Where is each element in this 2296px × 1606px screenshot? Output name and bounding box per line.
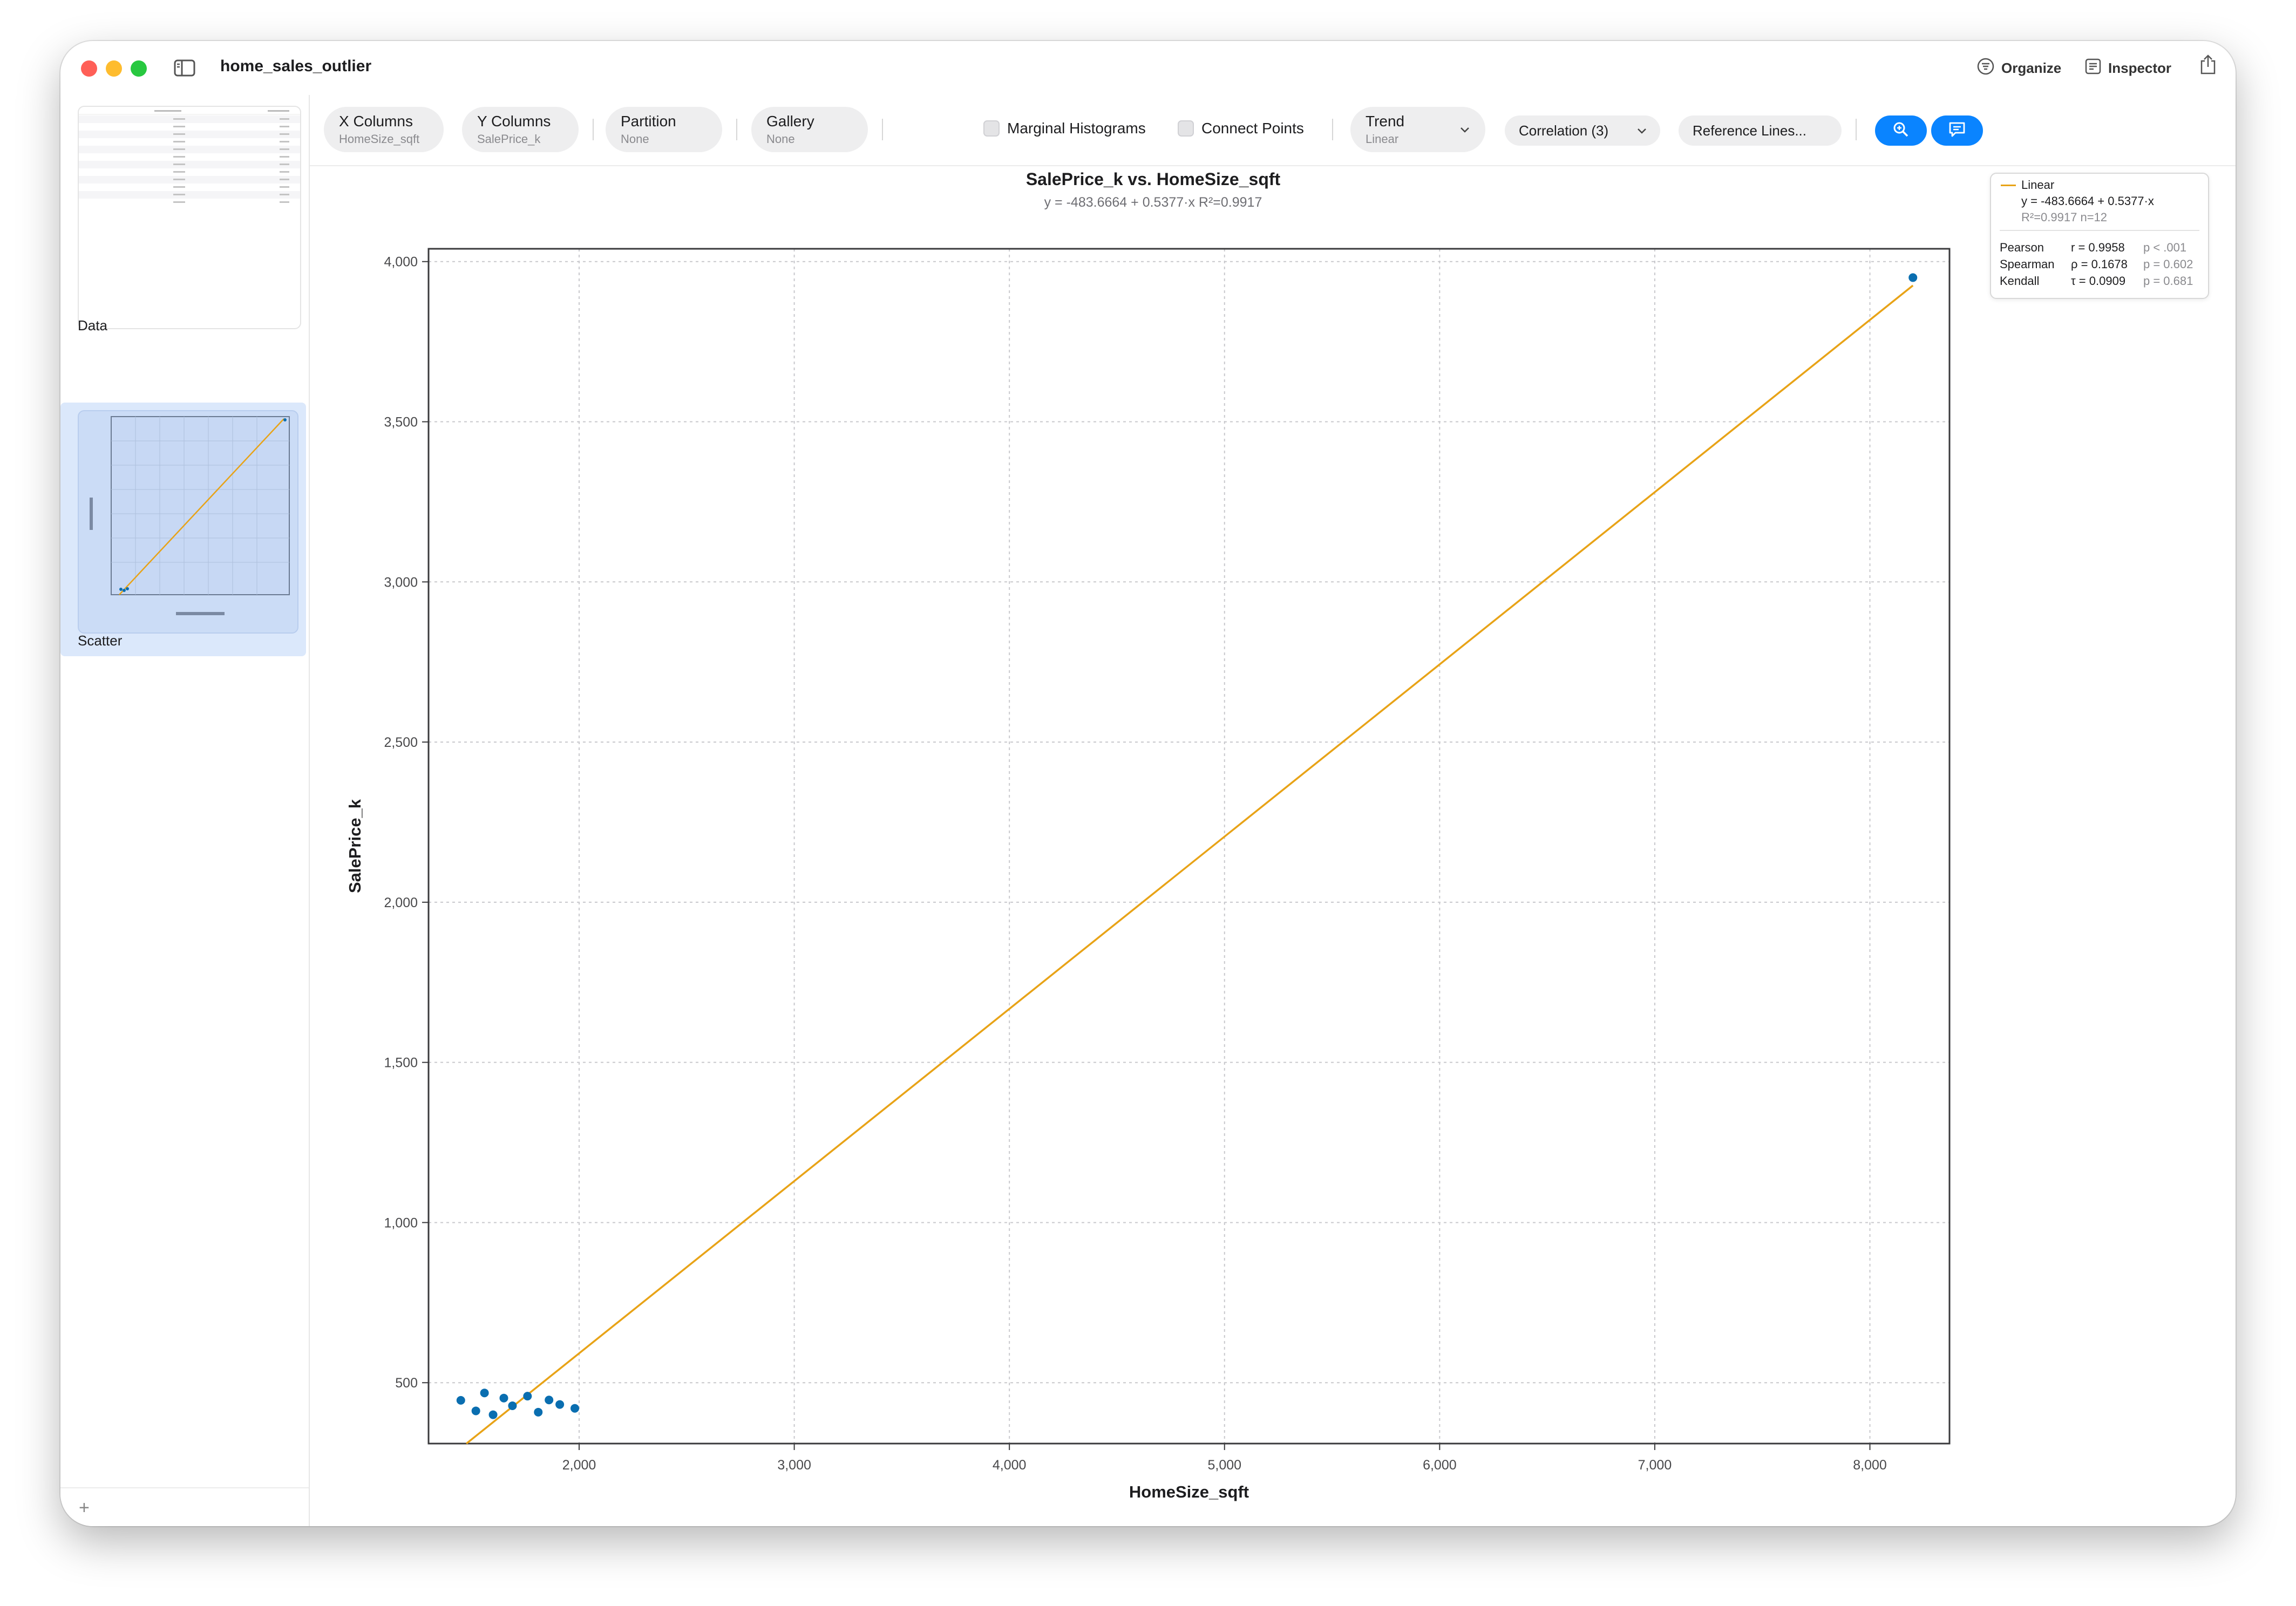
y-tick-label: 2,500: [384, 735, 418, 750]
data-point[interactable]: [545, 1396, 554, 1405]
x-tick-label: 8,000: [1853, 1458, 1887, 1473]
legend-pvalue: p < .001: [2143, 241, 2187, 254]
y-tick-label: 3,500: [384, 415, 418, 430]
legend-fit-stats: R²=0.9917 n=12: [2021, 210, 2108, 224]
y-tick-label: 4,000: [384, 255, 418, 270]
legend-coef: r = 0.9958: [2071, 241, 2125, 254]
y-tick-label: 1,500: [384, 1056, 418, 1071]
plot-frame: [427, 248, 1951, 1445]
legend-method: Kendall: [2000, 274, 2040, 288]
x-tick-label: 2,000: [562, 1458, 596, 1473]
x-tick-label: 4,000: [993, 1458, 1027, 1473]
trend-line: [466, 284, 1914, 1445]
legend-method: Spearman: [2000, 257, 2055, 271]
y-tick-label: 2,000: [384, 895, 418, 910]
legend-coef: ρ = 0.1678: [2071, 257, 2128, 271]
data-point[interactable]: [456, 1396, 465, 1405]
data-point[interactable]: [480, 1389, 489, 1398]
fit-legend[interactable]: Linear y = -483.6664 + 0.5377·x R²=0.991…: [1990, 173, 2209, 299]
data-point[interactable]: [555, 1400, 565, 1409]
data-point[interactable]: [488, 1410, 498, 1419]
data-point[interactable]: [471, 1406, 480, 1416]
legend-method: Pearson: [2000, 241, 2044, 254]
app-window: home_sales_outlier Organize Inspector Da…: [60, 41, 2236, 1526]
legend-equation: y = -483.6664 + 0.5377·x: [2021, 194, 2154, 208]
x-axis-label: HomeSize_sqft: [1129, 1482, 1249, 1501]
data-point[interactable]: [508, 1401, 517, 1410]
x-tick-label: 3,000: [777, 1458, 811, 1473]
data-point[interactable]: [523, 1392, 532, 1401]
y-tick-label: 500: [395, 1376, 418, 1391]
data-point[interactable]: [570, 1404, 580, 1413]
data-point[interactable]: [499, 1393, 508, 1403]
data-point[interactable]: [1908, 273, 1918, 282]
legend-coef: τ = 0.0909: [2071, 274, 2126, 288]
data-point[interactable]: [534, 1407, 543, 1417]
legend-pvalue: p = 0.681: [2143, 274, 2193, 288]
trend-swatch: [2001, 185, 2016, 186]
y-tick-label: 1,000: [384, 1215, 418, 1230]
legend-fit-name: Linear: [2021, 178, 2055, 192]
legend-pvalue: p = 0.602: [2143, 257, 2193, 271]
x-tick-label: 7,000: [1638, 1458, 1672, 1473]
x-tick-label: 5,000: [1207, 1458, 1241, 1473]
scatter-chart[interactable]: 2,000 3,000 4,000 5,000 6,000 7,000 8,000 500 1,…: [60, 41, 2236, 1526]
x-tick-label: 6,000: [1423, 1458, 1457, 1473]
legend-divider: [2000, 230, 2199, 231]
y-tick-label: 3,000: [384, 575, 418, 590]
y-axis-label: SalePrice_k: [345, 799, 364, 893]
